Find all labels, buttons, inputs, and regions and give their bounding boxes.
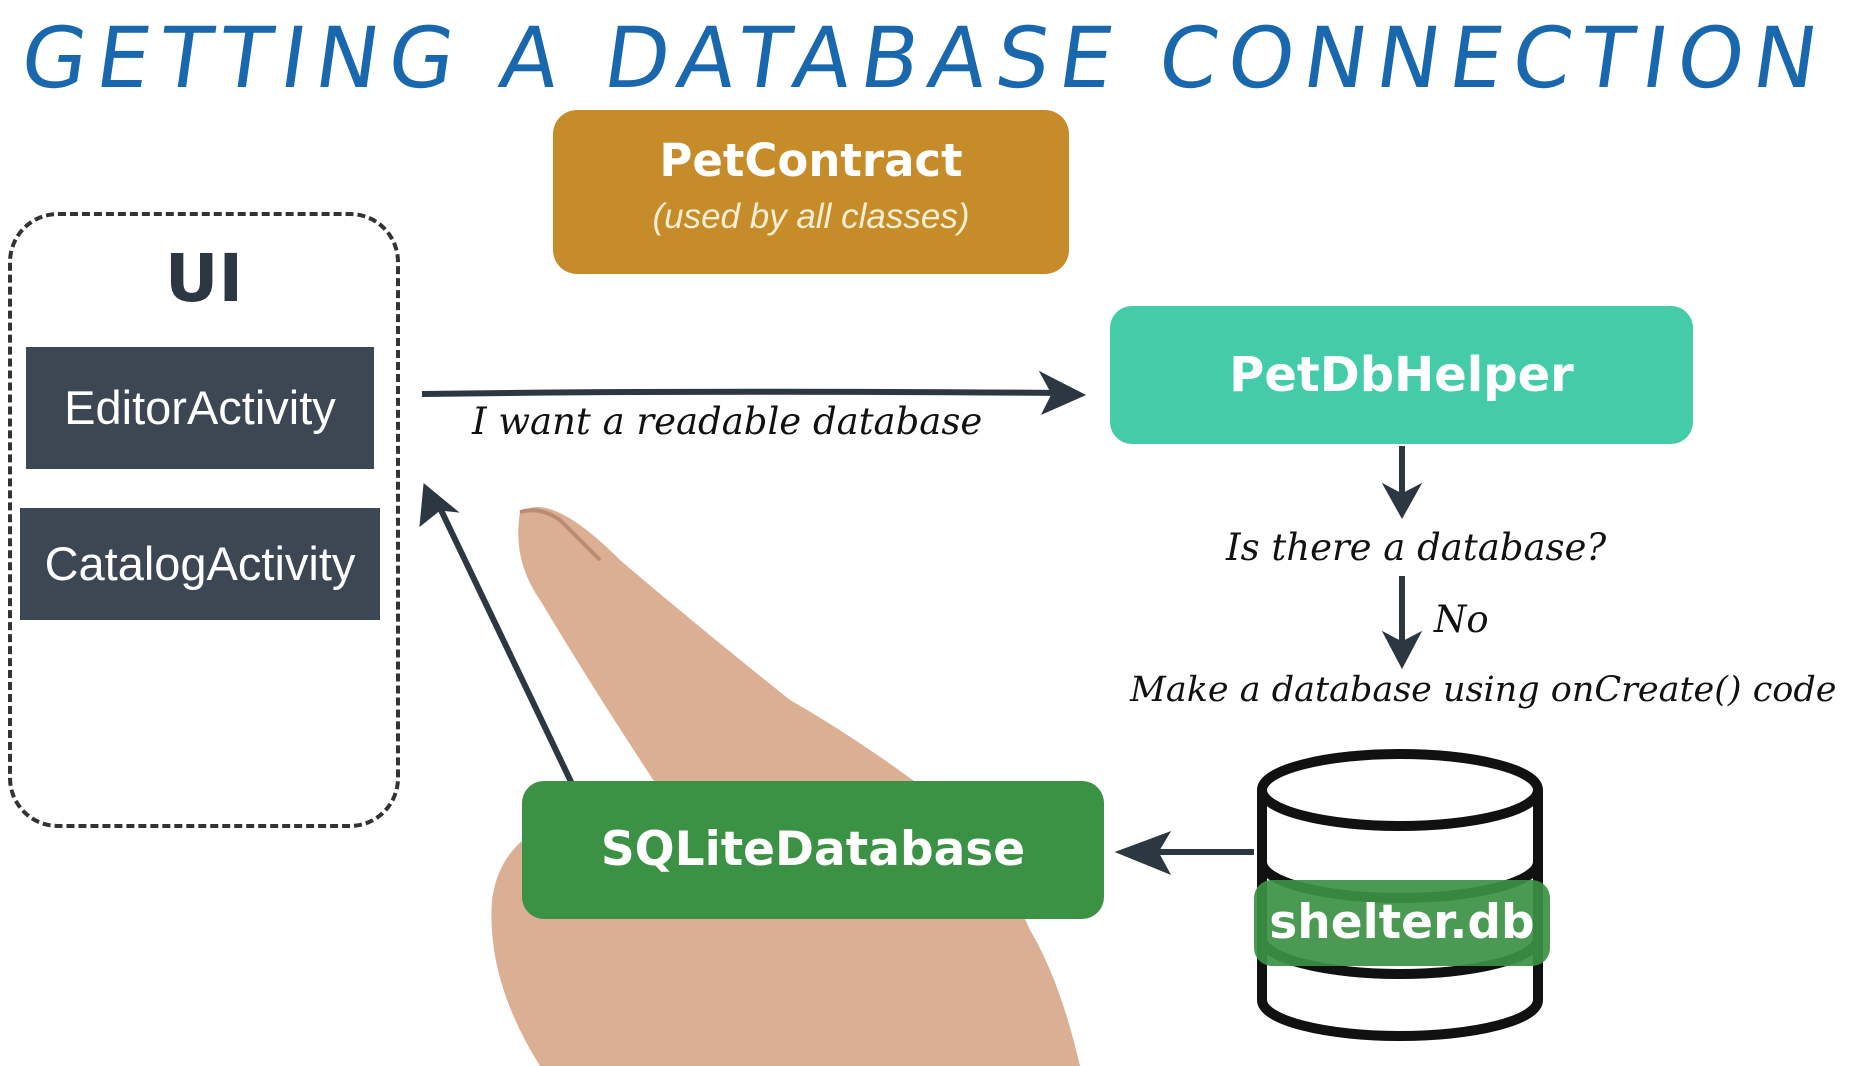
shelter-db-label: shelter.db	[1254, 880, 1550, 966]
question-down-arrow	[1381, 576, 1423, 670]
db-to-sqlite-arrow	[1114, 831, 1254, 875]
request-arrow	[421, 370, 1087, 416]
sqlite-database-box: SQLiteDatabase	[522, 781, 1104, 919]
helper-down-arrow	[1381, 446, 1423, 520]
